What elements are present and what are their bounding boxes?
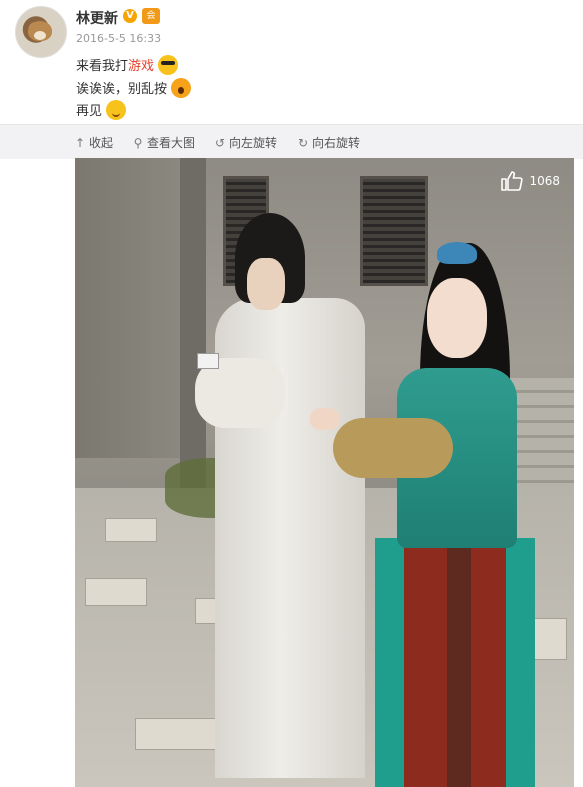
paving-stone [135, 718, 217, 750]
woman-gold-sleeve [333, 418, 453, 478]
dog-snout [34, 31, 46, 40]
post-timestamp[interactable]: 2016-5-5 16:33 [76, 32, 161, 45]
view-large-button[interactable]: ⚲ 查看大图 [132, 134, 195, 151]
magnifier-icon: ⚲ [133, 136, 143, 150]
line3-text: 再见 [76, 104, 103, 119]
like-counter[interactable]: 1068 [500, 168, 560, 194]
image-toolbar: ↑ 收起 ⚲ 查看大图 ↺ 向左旋转 ↻ 向右旋转 [0, 124, 583, 159]
paving-stone [105, 518, 157, 542]
post-photo[interactable]: 1068 [75, 158, 574, 787]
woman-skirt [375, 538, 535, 787]
stone-pillar [180, 158, 206, 488]
phone-in-hand [197, 353, 219, 369]
shy-emoji-icon [106, 99, 127, 120]
rotate-left-icon: ↺ [214, 136, 226, 150]
avatar[interactable] [15, 6, 67, 58]
rotate-left-label: 向左旋转 [229, 136, 278, 150]
line1-highlight[interactable]: 游戏 [128, 59, 154, 74]
view-large-label: 查看大图 [147, 136, 196, 150]
woman-hand [310, 408, 340, 430]
collapse-arrow-icon: ↑ [74, 136, 86, 150]
username[interactable]: 林更新 [76, 8, 118, 28]
line1-prefix: 来看我打 [76, 59, 129, 74]
rotate-right-button[interactable]: ↻ 向右旋转 [297, 134, 360, 151]
collapse-label: 收起 [89, 136, 114, 150]
line2-text: 诶诶诶，别乱按 [76, 82, 168, 97]
collapse-button[interactable]: ↑ 收起 [74, 134, 113, 151]
cool-sunglasses-emoji-icon [158, 54, 179, 75]
woman-face [427, 278, 487, 358]
barred-window-right [360, 176, 428, 286]
post-text-line-3: 再见 [76, 99, 127, 122]
vip-badge-icon: 会 [142, 8, 160, 24]
shocked-emoji-icon [171, 77, 192, 98]
post-header: 林更新 V 会 2016-5-5 16:33 来看我打游戏 诶诶诶，别乱按 再见 [0, 0, 583, 124]
rotate-right-icon: ↻ [297, 136, 309, 150]
blue-headpiece [437, 242, 477, 264]
post-text-line-1: 来看我打游戏 [76, 54, 179, 77]
paving-stone [85, 578, 147, 606]
rotate-left-button[interactable]: ↺ 向左旋转 [214, 134, 277, 151]
thumbs-up-icon [501, 171, 524, 191]
left-wall [75, 158, 195, 458]
like-count: 1068 [529, 174, 560, 188]
verified-badge-icon: V [123, 9, 137, 23]
rotate-right-label: 向右旋转 [312, 136, 361, 150]
man-face [247, 258, 285, 310]
post-text-line-2: 诶诶诶，别乱按 [76, 77, 192, 100]
